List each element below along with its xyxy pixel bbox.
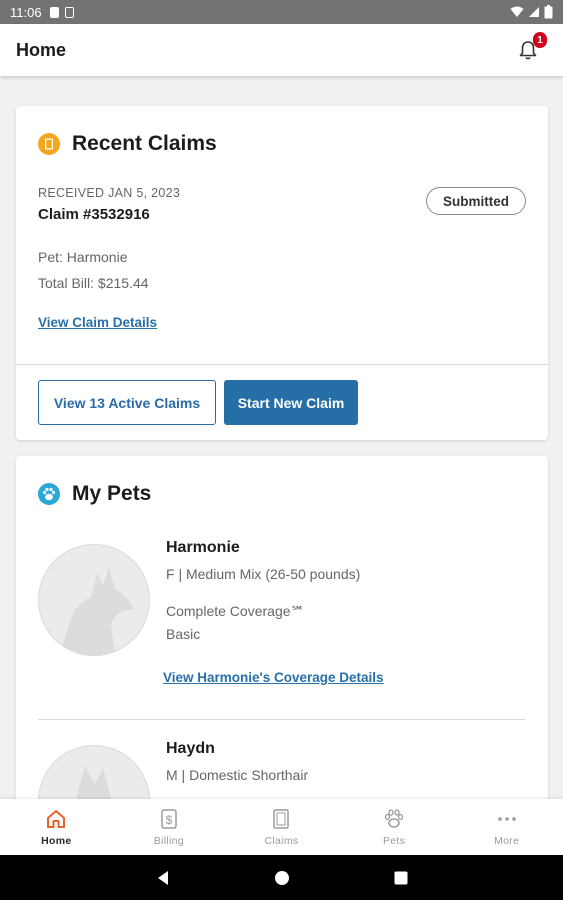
status-badge: Submitted (426, 187, 526, 215)
storage-icon (64, 6, 74, 18)
nav-home[interactable]: Home (0, 799, 113, 855)
status-bar: 11:06 (0, 0, 563, 24)
card-divider (16, 364, 548, 365)
nav-more[interactable]: More (450, 799, 563, 855)
claim-received-date: RECEIVED JAN 5, 2023 (38, 186, 181, 200)
nav-claims[interactable]: Claims (225, 799, 338, 855)
battery-icon (544, 5, 553, 19)
bottom-navigation: Home $ Billing Claims Pets More (0, 799, 563, 855)
document-icon (273, 809, 290, 829)
pet-description: F | Medium Mix (26-50 pounds) (166, 566, 361, 582)
nav-pets[interactable]: Pets (338, 799, 451, 855)
nav-billing[interactable]: $ Billing (113, 799, 226, 855)
paw-badge-icon (38, 483, 60, 505)
more-dots-icon (497, 817, 516, 821)
nav-label: Pets (382, 835, 406, 847)
my-pets-card: My Pets Harmonie F | Medium Mix (26-50 p… (16, 456, 548, 816)
start-new-claim-button[interactable]: Start New Claim (224, 380, 358, 425)
claim-pet: Pet: Harmonie (38, 249, 128, 265)
recent-claims-card: Recent Claims RECEIVED JAN 5, 2023 Claim… (16, 106, 548, 440)
notification-badge: 1 (533, 32, 547, 48)
dollar-icon: $ (161, 809, 177, 829)
claims-icon (38, 133, 60, 155)
recent-claims-title: Recent Claims (72, 132, 217, 155)
pet-name: Haydn (166, 740, 215, 757)
pet-avatar-harmonie[interactable] (38, 544, 150, 656)
pet-description: M | Domestic Shorthair (166, 767, 309, 783)
recents-icon[interactable] (394, 871, 408, 885)
claim-number: Claim #3532916 (38, 206, 150, 223)
my-pets-title: My Pets (72, 482, 152, 505)
page-title: Home (16, 39, 67, 60)
nav-label: Billing (153, 835, 184, 847)
nav-label: Home (41, 835, 72, 847)
pet-coverage: Complete Coverage℠ (166, 603, 305, 619)
nav-label: Claims (264, 835, 299, 847)
wifi-icon (510, 6, 524, 17)
system-navigation-bar (0, 855, 563, 900)
view-claim-details-link[interactable]: View Claim Details (38, 315, 157, 330)
home-circle-icon[interactable] (274, 870, 290, 886)
home-icon (47, 810, 66, 828)
sim-card-icon (49, 6, 59, 18)
paw-icon (384, 809, 404, 828)
svg-text:$: $ (166, 813, 173, 827)
claim-total-bill: Total Bill: $215.44 (38, 275, 149, 291)
view-active-claims-button[interactable]: View 13 Active Claims (38, 380, 216, 425)
status-time: 11:06 (10, 4, 42, 20)
pet-divider (38, 719, 526, 720)
back-icon[interactable] (156, 870, 170, 886)
signal-icon (529, 7, 539, 17)
dog-silhouette-icon (59, 567, 133, 655)
pet-name: Harmonie (166, 539, 240, 556)
notifications-button[interactable]: 1 (513, 32, 547, 65)
nav-label: More (494, 835, 520, 847)
view-coverage-details-link[interactable]: View Harmonie's Coverage Details (163, 670, 384, 685)
app-bar: Home 1 (0, 24, 563, 76)
pet-plan: Basic (166, 626, 201, 642)
